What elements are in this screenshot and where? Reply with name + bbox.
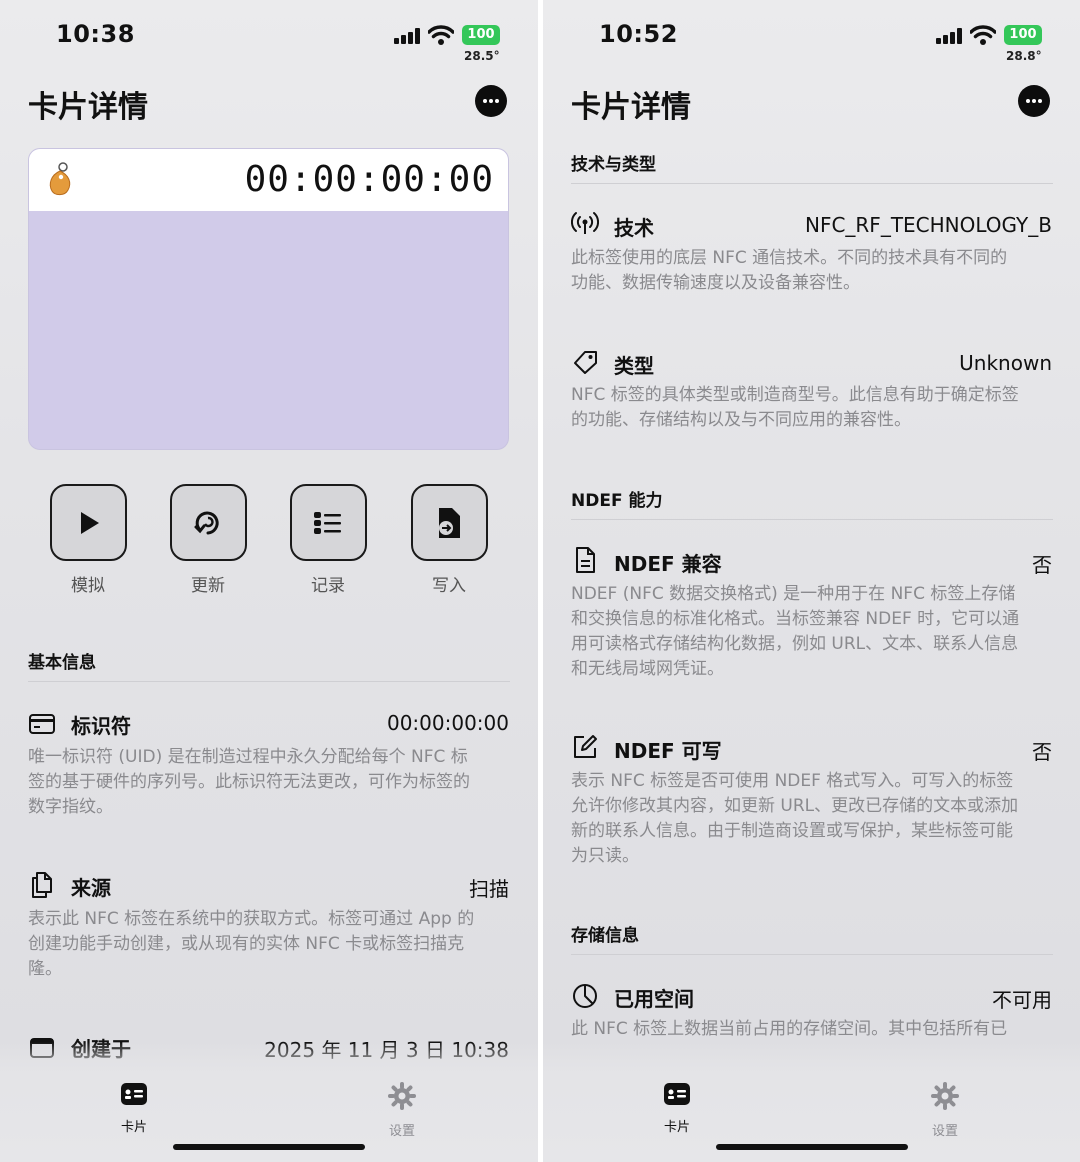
update-button[interactable] xyxy=(169,484,247,561)
tag-icon xyxy=(574,351,597,374)
simulate-button[interactable] xyxy=(49,484,127,561)
status-time: 10:38 xyxy=(56,20,135,48)
copy-document-icon xyxy=(32,872,52,898)
section-basic-info: 基本信息 xyxy=(28,653,96,673)
used-space-label: 已用空间 xyxy=(614,987,694,1011)
ndef-writable-label: NDEF 可写 xyxy=(614,739,722,763)
write-action[interactable]: 写入 xyxy=(409,484,489,596)
divider xyxy=(571,954,1053,955)
ndef-writable-description: 表示 NFC 标签是否可使用 NDEF 格式写入。可写入的标签 允许你修改其内容，… xyxy=(571,771,1019,866)
edit-icon xyxy=(574,735,597,758)
write-label: 写入 xyxy=(432,576,466,596)
cellular-signal-icon xyxy=(936,28,964,44)
write-file-icon xyxy=(439,507,460,538)
list-icon xyxy=(314,511,341,534)
card-tab-icon xyxy=(664,1083,690,1105)
tab-card-label: 卡片 xyxy=(663,1120,690,1135)
records-label: 记录 xyxy=(311,576,345,596)
temperature-readout: 28.5° xyxy=(464,49,500,63)
wifi-icon xyxy=(428,25,454,45)
type-label: 类型 xyxy=(614,354,654,378)
screen-card-detail-technical: 10:52 100 28.8° 卡片详情 技术与类型 技术 NFC_RF_TEC… xyxy=(543,0,1080,1162)
gear-icon xyxy=(931,1082,959,1110)
tab-settings-label: 设置 xyxy=(388,1124,415,1139)
refresh-icon xyxy=(194,511,219,534)
simulate-action[interactable]: 模拟 xyxy=(48,484,128,596)
update-action[interactable]: 更新 xyxy=(168,484,248,596)
wifi-icon xyxy=(970,25,996,45)
divider xyxy=(28,681,510,682)
tab-bar: 卡片 设置 xyxy=(0,1042,538,1162)
card-icon xyxy=(29,714,55,734)
nfc-card-preview[interactable]: 00:00:00:00 xyxy=(28,148,509,450)
card-uid-display: 00:00:00:00 xyxy=(244,159,494,200)
home-indicator xyxy=(173,1144,365,1150)
technology-description: 此标签使用的底层 NFC 通信技术。不同的技术具有不同的 功能、数据传输速度以及设… xyxy=(571,248,1008,293)
status-indicators: 100 28.5° xyxy=(394,24,504,68)
tab-settings[interactable]: 设置 xyxy=(362,1082,442,1139)
more-options-button[interactable] xyxy=(475,85,507,117)
gear-icon xyxy=(388,1082,416,1110)
battery-indicator: 100 xyxy=(1004,25,1042,45)
battery-indicator: 100 xyxy=(462,25,500,45)
antenna-icon xyxy=(571,212,599,234)
key-fob-icon xyxy=(49,162,71,196)
update-label: 更新 xyxy=(191,576,225,596)
ndef-compatible-description: NDEF (NFC 数据交换格式) 是一种用于在 NFC 标签上存储 和交换信息的… xyxy=(571,584,1020,679)
type-value: Unknown xyxy=(959,351,1052,375)
divider xyxy=(571,183,1053,184)
section-tech-type: 技术与类型 xyxy=(571,155,656,175)
page-title: 卡片详情 xyxy=(571,90,691,125)
status-time: 10:52 xyxy=(599,20,678,48)
source-label: 来源 xyxy=(71,876,111,900)
home-indicator xyxy=(715,1144,908,1150)
tab-card[interactable]: 卡片 xyxy=(94,1082,174,1135)
identifier-value: 00:00:00:00 xyxy=(386,711,509,735)
tab-bar: 卡片 设置 xyxy=(543,1042,1080,1162)
tab-settings-label: 设置 xyxy=(931,1124,958,1139)
screen-card-detail-overview: 10:38 100 28.5° 卡片详情 00:00:00:00 模拟 更新 记… xyxy=(0,0,538,1162)
source-description: 表示此 NFC 标签在系统中的获取方式。标签可通过 App 的创建功能手动创建，… xyxy=(28,909,475,979)
write-button[interactable] xyxy=(410,484,488,561)
type-description: NFC 标签的具体类型或制造商型号。此信息有助于确定标签 的功能、存储结构以及与不… xyxy=(571,385,1019,430)
section-ndef: NDEF 能力 xyxy=(571,491,663,511)
status-indicators: 100 28.8° xyxy=(936,24,1046,68)
technology-label: 技术 xyxy=(614,216,654,240)
document-icon xyxy=(576,547,595,573)
identifier-label: 标识符 xyxy=(71,714,131,738)
used-space-description: 此 NFC 标签上数据当前占用的存储空间。其中包括所有已 xyxy=(571,1019,1008,1039)
pie-chart-icon xyxy=(573,984,597,1008)
ndef-writable-value: 否 xyxy=(1032,740,1052,764)
card-tab-icon xyxy=(121,1083,147,1105)
technology-value: NFC_RF_TECHNOLOGY_B xyxy=(804,213,1052,237)
card-header: 00:00:00:00 xyxy=(29,149,508,211)
identifier-description: 唯一标识符 (UID) 是在制造过程中永久分配给每个 NFC 标签的基于硬件的序… xyxy=(28,747,470,817)
play-icon xyxy=(81,511,99,534)
temperature-readout: 28.8° xyxy=(1006,49,1042,63)
ndef-compatible-value: 否 xyxy=(1032,553,1052,577)
used-space-value: 不可用 xyxy=(992,988,1052,1012)
page-title: 卡片详情 xyxy=(28,90,148,125)
tab-card-label: 卡片 xyxy=(120,1120,147,1135)
tab-settings[interactable]: 设置 xyxy=(905,1082,985,1139)
cellular-signal-icon xyxy=(394,28,422,44)
source-value: 扫描 xyxy=(469,877,509,901)
records-action[interactable]: 记录 xyxy=(288,484,368,596)
simulate-label: 模拟 xyxy=(71,576,105,596)
section-storage: 存储信息 xyxy=(571,926,639,946)
records-button[interactable] xyxy=(289,484,367,561)
more-options-button[interactable] xyxy=(1018,85,1050,117)
tab-card[interactable]: 卡片 xyxy=(637,1082,717,1135)
divider xyxy=(571,519,1053,520)
ndef-compatible-label: NDEF 兼容 xyxy=(614,552,722,576)
